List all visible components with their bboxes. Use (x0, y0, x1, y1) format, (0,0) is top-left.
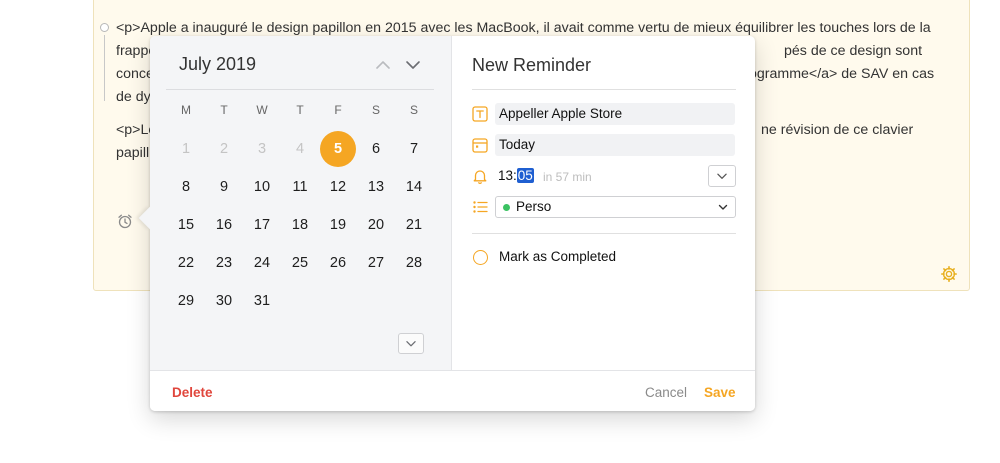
calendar-day[interactable]: 15 (168, 207, 204, 243)
mark-completed-label[interactable]: Mark as Completed (499, 249, 616, 264)
form-divider (472, 89, 736, 90)
time-hour: 13: (498, 168, 517, 183)
calendar-day[interactable]: 31 (244, 283, 280, 319)
date-input[interactable]: Today (495, 134, 735, 156)
calendar-day[interactable]: 11 (282, 169, 318, 205)
mark-completed-checkbox[interactable] (473, 250, 488, 265)
list-select[interactable]: Perso (495, 196, 736, 218)
time-dropdown-button[interactable] (708, 165, 736, 187)
weekday-label: M (181, 103, 191, 117)
note-text-line: ogramme</a> de SAV en cas (749, 66, 935, 82)
time-minute-selected[interactable]: 05 (516, 168, 534, 183)
calendar-day[interactable]: 1 (168, 131, 204, 167)
gear-icon[interactable] (940, 265, 958, 283)
weekday-label: W (256, 103, 268, 117)
cancel-button[interactable]: Cancel (645, 385, 687, 400)
calendar-day[interactable]: 19 (320, 207, 356, 243)
reminder-form: New Reminder Appeller Apple Store Today … (453, 36, 755, 370)
calendar-day[interactable]: 14 (396, 169, 432, 205)
reminder-title-input[interactable]: Appeller Apple Store (495, 103, 735, 125)
calendar-day[interactable]: 3 (244, 131, 280, 167)
popover-footer: Delete Cancel Save (150, 370, 755, 411)
reminder-popover: July 2019 MTWTFSS 1 2 3 4 5 6 7 8 9 10 11 12 13 14 15 1… (138, 36, 755, 411)
calendar-day[interactable]: 30 (206, 283, 242, 319)
calendar-date-icon (472, 138, 488, 153)
save-button[interactable]: Save (704, 385, 736, 400)
indent-bar (104, 35, 105, 101)
bell-icon (473, 170, 487, 184)
alarm-clock-icon[interactable] (117, 213, 133, 229)
calendar-day[interactable]: 21 (396, 207, 432, 243)
month-title: July 2019 (179, 54, 257, 74)
calendar-day[interactable]: 27 (358, 245, 394, 281)
calendar-day[interactable]: 29 (168, 283, 204, 319)
note-text-line: conce (116, 66, 154, 82)
calendar-day[interactable]: 12 (320, 169, 356, 205)
next-month-button[interactable] (404, 56, 422, 74)
title-text-icon (472, 106, 488, 122)
calendar-pane: July 2019 MTWTFSS 1 2 3 4 5 6 7 8 9 10 11 12 13 14 15 1… (150, 36, 452, 370)
form-divider (472, 233, 736, 234)
note-text-line: papill (116, 145, 150, 161)
calendar-day[interactable]: 4 (282, 131, 318, 167)
calendar-day-selected[interactable]: 5 (320, 131, 356, 167)
time-input[interactable]: 13:05 (495, 165, 534, 187)
form-title: New Reminder (472, 55, 592, 75)
calendar-day[interactable]: 10 (244, 169, 280, 205)
calendar-day[interactable]: 18 (282, 207, 318, 243)
list-select-value: Perso (516, 199, 552, 214)
calendar-day[interactable]: 17 (244, 207, 280, 243)
previous-month-button[interactable] (374, 56, 392, 74)
calendar-day[interactable]: 7 (396, 131, 432, 167)
calendar-day[interactable]: 9 (206, 169, 242, 205)
weekday-label: T (220, 103, 228, 117)
calendar-day[interactable]: 26 (320, 245, 356, 281)
note-text-line: ne révision de ce clavier (761, 122, 914, 138)
calendar-day[interactable]: 8 (168, 169, 204, 205)
chevron-down-icon (718, 204, 728, 210)
calendar-day[interactable]: 6 (358, 131, 394, 167)
calendar-day[interactable]: 20 (358, 207, 394, 243)
weekday-label: F (334, 103, 342, 117)
calendar-day[interactable]: 2 (206, 131, 242, 167)
calendar-day[interactable]: 16 (206, 207, 242, 243)
note-text-line: pés de ce design sont (784, 43, 923, 59)
list-icon (473, 201, 488, 213)
calendar-day[interactable]: 24 (244, 245, 280, 281)
note-text-line: de dy (116, 89, 151, 105)
bullet-icon (100, 23, 109, 32)
calendar-day[interactable]: 25 (282, 245, 318, 281)
calendar-divider (166, 89, 434, 90)
weekday-label: S (371, 103, 380, 117)
weekday-label: T (296, 103, 304, 117)
calendar-day[interactable]: 13 (358, 169, 394, 205)
weekday-label: S (409, 103, 418, 117)
time-relative-hint: in 57 min (543, 170, 592, 184)
delete-button[interactable]: Delete (172, 385, 213, 400)
calendar-day[interactable]: 22 (168, 245, 204, 281)
calendar-day[interactable]: 28 (396, 245, 432, 281)
list-color-dot (503, 204, 510, 211)
calendar-day[interactable]: 23 (206, 245, 242, 281)
calendar-expand-button[interactable] (398, 333, 424, 354)
